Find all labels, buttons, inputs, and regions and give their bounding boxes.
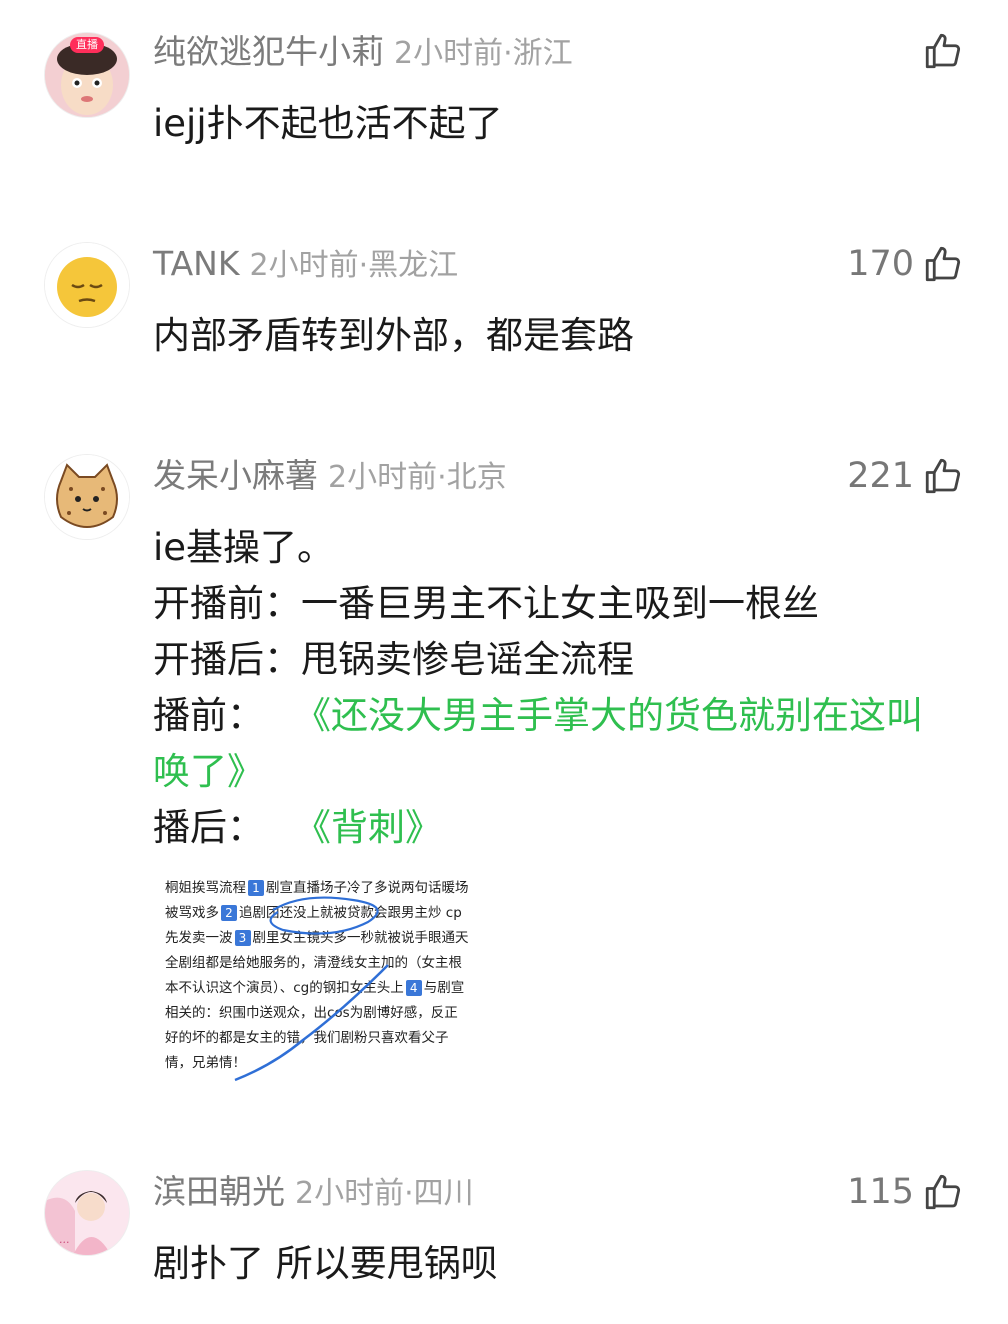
- pen-annotation: [234, 896, 389, 1082]
- comment-text: 内部矛盾转到外部，都是套路: [153, 308, 953, 364]
- comment-text: iejj扑不起也活不起了: [153, 96, 953, 152]
- timestamp-location: 2小时前·黑龙江: [249, 248, 459, 283]
- like-count: 170: [847, 244, 914, 284]
- comment-meta: TANK 2小时前·黑龙江: [153, 244, 458, 286]
- thumbs-up-icon: [925, 1174, 961, 1210]
- comment-line: ie基操了。: [153, 526, 335, 569]
- live-badge: 直播: [70, 37, 104, 53]
- timestamp-location: 2小时前·北京: [328, 460, 507, 495]
- thumbs-up-icon: [925, 33, 961, 69]
- timestamp-location: 2小时前·四川: [295, 1176, 474, 1211]
- topic-link[interactable]: 唤了》: [153, 744, 953, 800]
- avatar[interactable]: [44, 454, 130, 540]
- like-button[interactable]: 115: [847, 1170, 964, 1214]
- avatar[interactable]: 直播: [44, 32, 130, 118]
- username[interactable]: 发呆小麻薯: [153, 456, 318, 495]
- like-count: 115: [847, 1172, 914, 1212]
- comment-image[interactable]: 桐姐挨骂流程 1 剧宣直播场子冷了多说两句话暖场 被骂戏多 2 追剧团还没上就被贷款会跟…: [153, 870, 513, 1085]
- avatar[interactable]: [44, 242, 130, 328]
- comment-text: ie基操了。 开播前：一番巨男主不让女主吸到一根丝 开播后：甩锅卖惨皂谣全流程 …: [153, 520, 953, 856]
- comment-line: 开播后：甩锅卖惨皂谣全流程: [153, 638, 634, 681]
- line-prefix: 播后：: [153, 806, 264, 849]
- like-button[interactable]: 221: [847, 454, 964, 498]
- thumbs-up-icon: [925, 246, 961, 282]
- comment-line: 播后： 《背刺》: [153, 800, 953, 856]
- thumbs-up-icon: [925, 458, 961, 494]
- comment-text: 剧扑了 所以要甩锅呗: [153, 1236, 953, 1292]
- username[interactable]: 纯欲逃犯牛小莉: [153, 32, 384, 71]
- timestamp-location: 2小时前·浙江: [394, 36, 573, 71]
- line-prefix: 播前：: [153, 694, 264, 737]
- like-count: 221: [847, 456, 914, 496]
- comment-meta: 发呆小麻薯 2小时前·北京: [153, 456, 507, 498]
- topic-link[interactable]: 《还没大男主手掌大的货色就别在这叫: [294, 694, 923, 737]
- comment-line: 开播前：一番巨男主不让女主吸到一根丝: [153, 582, 819, 625]
- username[interactable]: TANK: [153, 244, 240, 283]
- comment-line: 播前： 《还没大男主手掌大的货色就别在这叫: [153, 688, 953, 744]
- comment-line: 剧扑了 所以要甩锅呗: [153, 1242, 498, 1285]
- username[interactable]: 滨田朝光: [153, 1172, 285, 1211]
- like-button[interactable]: 170: [847, 242, 964, 286]
- comment-meta: 滨田朝光 2小时前·四川: [153, 1172, 474, 1214]
- comment-line: 内部矛盾转到外部，都是套路: [153, 314, 634, 357]
- comment-line: iejj扑不起也活不起了: [153, 102, 503, 145]
- topic-link[interactable]: 《背刺》: [294, 806, 442, 849]
- like-button[interactable]: [914, 30, 964, 72]
- svg-text:...: ...: [59, 1233, 70, 1246]
- avatar[interactable]: ...: [44, 1170, 130, 1256]
- comment-meta: 纯欲逃犯牛小莉 2小时前·浙江: [153, 32, 573, 74]
